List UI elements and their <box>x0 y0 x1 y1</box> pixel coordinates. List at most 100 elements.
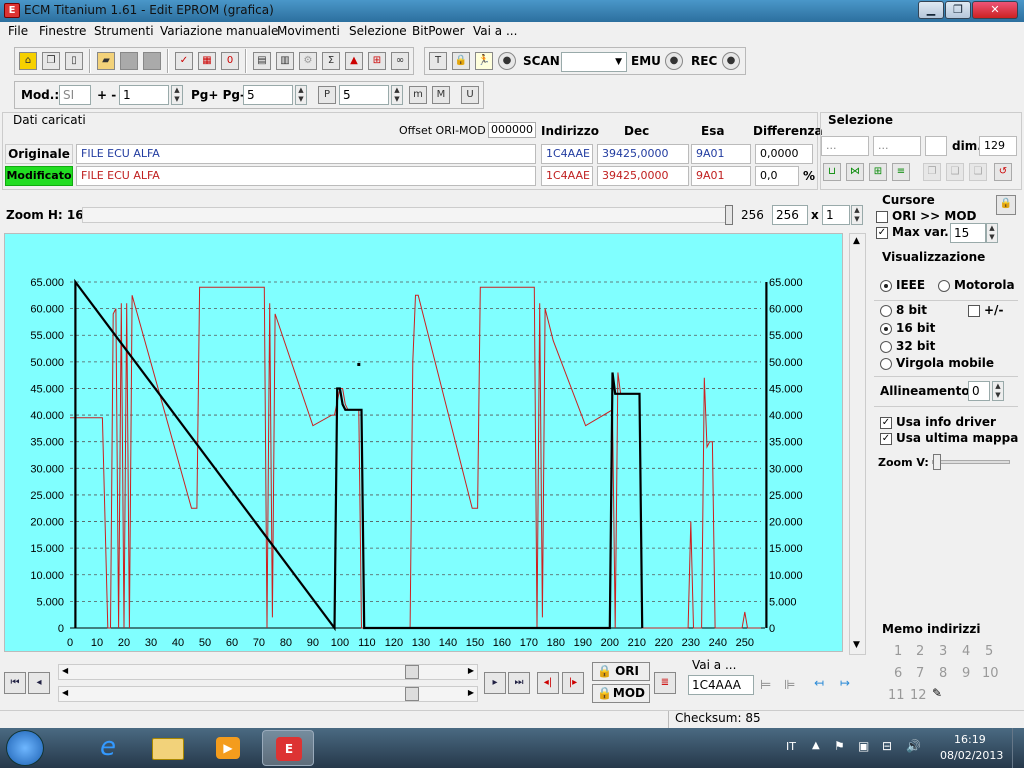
next-diff-icon[interactable]: |▸ <box>562 672 584 694</box>
mod-button[interactable]: 🔒 MOD <box>592 684 650 703</box>
select-mid-icon[interactable]: ⋈ <box>846 163 864 181</box>
menu-file[interactable]: File <box>8 24 28 38</box>
next-icon[interactable]: ▸ <box>484 672 506 694</box>
plusminus-stepper[interactable]: ▲ ▼ <box>171 85 183 105</box>
align-stepper[interactable]: ▲ ▼ <box>992 381 1004 401</box>
pg-stepper[interactable]: ▲ ▼ <box>295 85 307 105</box>
slider-thumb[interactable] <box>405 687 419 701</box>
float-radio[interactable] <box>880 358 892 370</box>
driver-checkbox[interactable]: ✓ <box>880 417 892 429</box>
memo-slot[interactable]: 8 <box>939 666 947 681</box>
memo-slot[interactable]: 9 <box>962 666 970 681</box>
menu-strumenti[interactable]: Strumenti <box>94 24 154 38</box>
max-var-field[interactable]: 15 <box>950 223 986 243</box>
binoculars-icon[interactable]: ∞ <box>391 52 409 70</box>
position-slider-mod[interactable]: ◀ ▶ <box>58 686 478 702</box>
zoom-h-slider-thumb[interactable] <box>725 205 733 225</box>
memo-slot[interactable]: 4 <box>962 644 970 659</box>
zoom-v-slider-thumb[interactable] <box>933 454 941 470</box>
close-button[interactable]: ✕ <box>972 1 1018 19</box>
selection-start-field[interactable]: ... <box>821 136 869 156</box>
calculator-icon[interactable]: ▥ <box>276 52 294 70</box>
memo-slot[interactable]: 12 <box>910 688 927 703</box>
menu-bitpower[interactable]: BitPower <box>412 24 465 38</box>
zoom-mult-field[interactable]: 1 <box>822 205 850 225</box>
m-upper-icon[interactable]: M <box>432 86 450 104</box>
memo-slot[interactable]: 11 <box>888 688 905 703</box>
bit16-radio[interactable] <box>880 323 892 335</box>
zoom-h-field[interactable]: 256 <box>772 205 808 225</box>
sum-icon[interactable]: Σ <box>322 52 340 70</box>
document-icon[interactable]: ▤ <box>253 52 271 70</box>
pg-field[interactable]: 5 <box>243 85 293 105</box>
menu-variazione-manuale[interactable]: Variazione manuale <box>160 24 278 38</box>
mark-prev-icon[interactable]: ↤ <box>814 676 824 690</box>
sign-checkbox[interactable] <box>968 305 980 317</box>
paste-special-icon[interactable]: ❏ <box>969 163 987 181</box>
copy-icon[interactable]: ❐ <box>42 52 60 70</box>
chart-vertical-scrollbar[interactable]: ▲ ▼ <box>849 233 866 655</box>
menu-movimenti[interactable]: Movimenti <box>277 24 340 38</box>
record-icon[interactable]: ● <box>498 52 516 70</box>
lock-icon[interactable]: 🔒 <box>452 52 470 70</box>
select-plus-icon[interactable]: ⊞ <box>869 163 887 181</box>
eprom-line-chart[interactable]: 0 05.000 5.00010.000 10.00015.000 15.00020.0… <box>5 234 844 653</box>
show-desktop-button[interactable] <box>1012 728 1024 768</box>
page-p-icon[interactable]: P <box>318 86 336 104</box>
clock-date[interactable]: 08/02/2013 <box>940 749 1003 762</box>
memo-slot[interactable]: 7 <box>916 666 924 681</box>
plusminus-field[interactable]: 1 <box>119 85 169 105</box>
zoom-v-slider[interactable] <box>932 454 1010 470</box>
rec-record-icon[interactable]: ● <box>722 52 740 70</box>
zero-icon[interactable]: 0 <box>221 52 239 70</box>
start-button-icon[interactable] <box>6 730 44 766</box>
checklist-icon[interactable]: ✓ <box>175 52 193 70</box>
prev-diff-icon[interactable]: ◂| <box>537 672 559 694</box>
tray-network-icon[interactable]: ⊟ <box>882 739 892 753</box>
selection-end-field[interactable]: ... <box>873 136 921 156</box>
memo-slot[interactable]: 1 <box>894 644 902 659</box>
memo-slot[interactable]: 3 <box>939 644 947 659</box>
terminal-icon[interactable]: T <box>429 52 447 70</box>
media-player-icon[interactable]: ▶ <box>202 730 254 766</box>
paste-selection-icon[interactable]: ❑ <box>946 163 964 181</box>
memo-slot[interactable]: 5 <box>985 644 993 659</box>
ori-button[interactable]: 🔒 ORI <box>592 662 650 681</box>
motorola-radio[interactable] <box>938 280 950 292</box>
undo-icon[interactable]: ↺ <box>994 163 1012 181</box>
home-icon[interactable]: ⌂ <box>19 52 37 70</box>
compare-icon[interactable]: ≣ <box>654 672 676 694</box>
cursor-lock-icon[interactable]: 🔒 <box>996 195 1016 215</box>
tray-volume-icon[interactable]: 🔊 <box>906 739 921 753</box>
memo-slot[interactable]: 2 <box>916 644 924 659</box>
position-slider-ori[interactable]: ◀ ▶ <box>58 664 478 680</box>
tray-device-icon[interactable]: ▣ <box>858 739 869 753</box>
menu-selezione[interactable]: Selezione <box>349 24 407 38</box>
internet-explorer-icon[interactable]: e <box>82 730 134 766</box>
scroll-up-icon[interactable]: ▲ <box>853 236 860 246</box>
mark-next-icon[interactable]: ↦ <box>840 676 850 690</box>
m-lower-icon[interactable]: m <box>409 86 427 104</box>
shapes-icon[interactable]: ▲ <box>345 52 363 70</box>
first-icon[interactable]: ⏮ <box>4 672 26 694</box>
emu-record-icon[interactable]: ● <box>665 52 683 70</box>
ecm-titanium-taskbar-icon[interactable]: E <box>262 730 314 766</box>
ori-mod-checkbox[interactable] <box>876 211 888 223</box>
tray-chevron-icon[interactable]: ▲ <box>812 740 820 751</box>
runner-icon[interactable]: 🏃 <box>475 52 493 70</box>
select-start-icon[interactable]: ⊔ <box>823 163 841 181</box>
chart-panel[interactable]: 0 0 5.000 5.000 10.000 10.000 15.000 15.000 20.0… <box>4 233 843 652</box>
clock-time[interactable]: 16:19 <box>954 733 986 746</box>
file-explorer-icon[interactable] <box>142 730 194 766</box>
save-as-icon[interactable] <box>143 52 161 70</box>
bit8-radio[interactable] <box>880 305 892 317</box>
select-all-icon[interactable]: ≡ <box>892 163 910 181</box>
lastmap-checkbox[interactable]: ✓ <box>880 433 892 445</box>
language-indicator[interactable]: IT <box>786 740 796 753</box>
bit32-radio[interactable] <box>880 341 892 353</box>
open-folder-icon[interactable]: ▰ <box>97 52 115 70</box>
tools-icon[interactable]: ⚙ <box>299 52 317 70</box>
menu-finestre[interactable]: Finestre <box>39 24 86 38</box>
goto-field[interactable]: 1C4AAA <box>688 675 754 695</box>
p-stepper[interactable]: ▲ ▼ <box>391 85 403 105</box>
